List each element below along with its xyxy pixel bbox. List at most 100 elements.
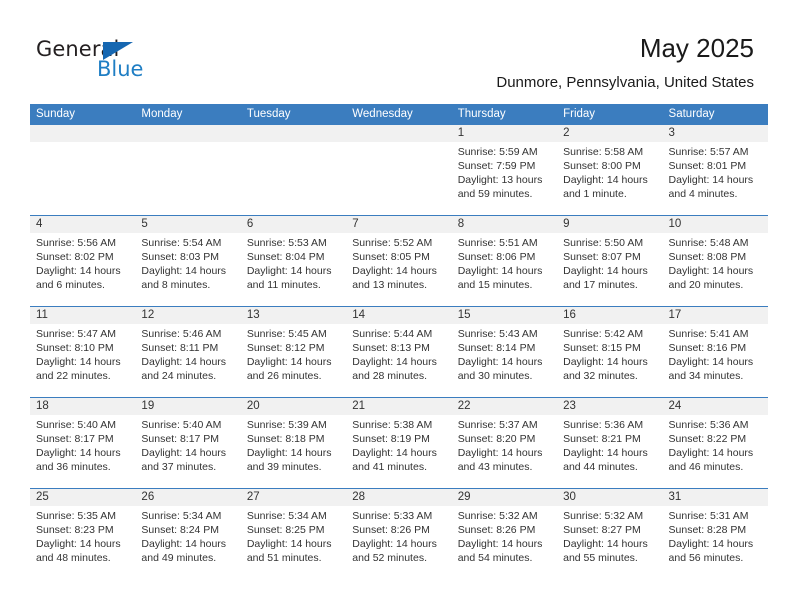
sunrise-text: Sunrise: 5:36 AM (563, 419, 644, 431)
day-cell[interactable]: 12 Sunrise: 5:46 AM Sunset: 8:11 PM Dayligh… (135, 307, 241, 397)
sunset-text: Sunset: 8:21 PM (563, 433, 641, 445)
daylight-text: Daylight: 14 hours and 26 minutes. (246, 356, 332, 382)
day-cell[interactable]: 23 Sunrise: 5:36 AM Sunset: 8:21 PM Dayligh… (557, 398, 663, 488)
day-details: Sunrise: 5:35 AM Sunset: 8:23 PM Daylight:… (30, 506, 135, 565)
sunset-text: Sunset: 8:15 PM (563, 342, 641, 354)
sunset-text: Sunset: 8:18 PM (246, 433, 325, 445)
day-details: Sunrise: 5:58 AM Sunset: 8:00 PM Daylight:… (557, 142, 662, 201)
day-number: 31 (662, 489, 768, 506)
sunrise-text: Sunrise: 5:31 AM (668, 510, 749, 522)
daylight-text: Daylight: 14 hours and 41 minutes. (352, 447, 437, 473)
day-number: 29 (451, 489, 558, 506)
day-cell[interactable]: 9 Sunrise: 5:50 AM Sunset: 8:07 PM Daylight… (557, 216, 663, 306)
logo-text-blue: Blue (97, 57, 144, 81)
day-details: Sunrise: 5:38 AM Sunset: 8:19 PM Daylight:… (346, 415, 451, 474)
sunrise-text: Sunrise: 5:57 AM (668, 146, 749, 158)
sunset-text: Sunset: 8:06 PM (457, 251, 536, 263)
daylight-text: Daylight: 14 hours and 20 minutes. (668, 265, 754, 291)
daylight-text: Daylight: 14 hours and 6 minutes. (36, 265, 121, 291)
sunset-text: Sunset: 8:14 PM (457, 342, 536, 354)
day-cell[interactable]: 30 Sunrise: 5:32 AM Sunset: 8:27 PM Dayligh… (557, 489, 663, 579)
day-cell[interactable]: 1 Sunrise: 5:59 AM Sunset: 7:59 PM Daylight… (451, 125, 558, 215)
weekday-header-row: Sunday Monday Tuesday Wednesday Thursday Frid… (30, 104, 768, 125)
sunset-text: Sunset: 8:24 PM (141, 524, 220, 536)
sunrise-text: Sunrise: 5:45 AM (246, 328, 327, 340)
sunrise-text: Sunrise: 5:32 AM (457, 510, 538, 522)
day-number: 1 (451, 125, 558, 142)
sunset-text: Sunset: 8:05 PM (352, 251, 430, 263)
day-number: 8 (451, 216, 558, 233)
day-details: Sunrise: 5:40 AM Sunset: 8:17 PM Daylight:… (135, 415, 240, 474)
day-cell[interactable]: 25 Sunrise: 5:35 AM Sunset: 8:23 PM Dayligh… (30, 489, 136, 579)
day-number (346, 125, 452, 142)
day-cell-empty (30, 125, 136, 215)
day-details: Sunrise: 5:40 AM Sunset: 8:17 PM Daylight:… (30, 415, 135, 474)
page-title: May 2025 (639, 33, 754, 63)
day-number: 30 (557, 489, 663, 506)
day-details: Sunrise: 5:45 AM Sunset: 8:12 PM Daylight:… (241, 324, 346, 383)
daylight-text: Daylight: 14 hours and 52 minutes. (352, 538, 437, 564)
day-number: 10 (662, 216, 768, 233)
calendar-grid: Sunday Monday Tuesday Wednesday Thursday Frid… (30, 104, 768, 579)
day-number: 20 (240, 398, 347, 415)
day-cell[interactable]: 7 Sunrise: 5:52 AM Sunset: 8:05 PM Daylight… (346, 216, 452, 306)
day-cell[interactable]: 28 Sunrise: 5:33 AM Sunset: 8:26 PM Dayligh… (346, 489, 452, 579)
day-details: Sunrise: 5:50 AM Sunset: 8:07 PM Daylight:… (557, 233, 662, 292)
sunset-text: Sunset: 8:26 PM (352, 524, 430, 536)
day-cell[interactable]: 17 Sunrise: 5:41 AM Sunset: 8:16 PM Dayligh… (662, 307, 768, 397)
day-cell[interactable]: 24 Sunrise: 5:36 AM Sunset: 8:22 PM Dayligh… (662, 398, 768, 488)
day-cell[interactable]: 20 Sunrise: 5:39 AM Sunset: 8:18 PM Dayligh… (240, 398, 347, 488)
day-cell[interactable]: 27 Sunrise: 5:34 AM Sunset: 8:25 PM Dayligh… (240, 489, 347, 579)
day-cell[interactable]: 31 Sunrise: 5:31 AM Sunset: 8:28 PM Dayligh… (662, 489, 768, 579)
day-number: 11 (30, 307, 136, 324)
day-cell[interactable]: 2 Sunrise: 5:58 AM Sunset: 8:00 PM Daylight… (557, 125, 663, 215)
day-details: Sunrise: 5:57 AM Sunset: 8:01 PM Daylight:… (663, 142, 768, 201)
day-cell[interactable]: 18 Sunrise: 5:40 AM Sunset: 8:17 PM Dayligh… (30, 398, 136, 488)
day-number: 17 (662, 307, 768, 324)
sunrise-text: Sunrise: 5:37 AM (457, 419, 538, 431)
day-cell[interactable]: 5 Sunrise: 5:54 AM Sunset: 8:03 PM Daylight… (135, 216, 241, 306)
daylight-text: Daylight: 14 hours and 4 minutes. (668, 174, 754, 200)
sunset-text: Sunset: 7:59 PM (457, 160, 536, 172)
sunrise-text: Sunrise: 5:33 AM (352, 510, 433, 522)
day-cell[interactable]: 29 Sunrise: 5:32 AM Sunset: 8:26 PM Dayligh… (451, 489, 558, 579)
day-cell[interactable]: 8 Sunrise: 5:51 AM Sunset: 8:06 PM Daylight… (451, 216, 558, 306)
day-details: Sunrise: 5:36 AM Sunset: 8:22 PM Daylight:… (663, 415, 768, 474)
day-cell[interactable]: 22 Sunrise: 5:37 AM Sunset: 8:20 PM Dayligh… (451, 398, 558, 488)
day-details: Sunrise: 5:48 AM Sunset: 8:08 PM Daylight:… (663, 233, 768, 292)
sunset-text: Sunset: 8:22 PM (668, 433, 747, 445)
daylight-text: Daylight: 14 hours and 55 minutes. (563, 538, 648, 564)
day-cell[interactable]: 14 Sunrise: 5:44 AM Sunset: 8:13 PM Dayligh… (346, 307, 452, 397)
weekday-header-saturday: Saturday (668, 108, 715, 120)
day-details: Sunrise: 5:37 AM Sunset: 8:20 PM Daylight:… (452, 415, 557, 474)
day-cell[interactable]: 10 Sunrise: 5:48 AM Sunset: 8:08 PM Dayligh… (662, 216, 768, 306)
day-cell[interactable]: 3 Sunrise: 5:57 AM Sunset: 8:01 PM Daylight… (662, 125, 768, 215)
sunset-text: Sunset: 8:07 PM (563, 251, 641, 263)
day-cell[interactable]: 16 Sunrise: 5:42 AM Sunset: 8:15 PM Dayligh… (557, 307, 663, 397)
title-block: May 2025 Dunmore, Pennsylvania, United S… (496, 32, 754, 92)
sunrise-text: Sunrise: 5:41 AM (668, 328, 749, 340)
day-cell[interactable]: 15 Sunrise: 5:43 AM Sunset: 8:14 PM Dayligh… (451, 307, 558, 397)
day-cell[interactable]: 4 Sunrise: 5:56 AM Sunset: 8:02 PM Daylight… (30, 216, 136, 306)
sunset-text: Sunset: 8:17 PM (36, 433, 114, 445)
weekday-header-monday: Monday (141, 108, 183, 120)
sunrise-text: Sunrise: 5:50 AM (563, 237, 644, 249)
day-cell[interactable]: 26 Sunrise: 5:34 AM Sunset: 8:24 PM Dayligh… (135, 489, 241, 579)
sunrise-text: Sunrise: 5:46 AM (141, 328, 222, 340)
daylight-text: Daylight: 14 hours and 34 minutes. (668, 356, 754, 382)
sunset-text: Sunset: 8:10 PM (36, 342, 114, 354)
sunrise-text: Sunrise: 5:48 AM (668, 237, 749, 249)
daylight-text: Daylight: 14 hours and 28 minutes. (352, 356, 437, 382)
sunset-text: Sunset: 8:27 PM (563, 524, 641, 536)
day-number: 21 (346, 398, 452, 415)
day-cell[interactable]: 13 Sunrise: 5:45 AM Sunset: 8:12 PM Dayligh… (240, 307, 347, 397)
day-cell[interactable]: 19 Sunrise: 5:40 AM Sunset: 8:17 PM Dayligh… (135, 398, 241, 488)
day-cell[interactable]: 6 Sunrise: 5:53 AM Sunset: 8:04 PM Daylight… (240, 216, 347, 306)
day-cell[interactable]: 21 Sunrise: 5:38 AM Sunset: 8:19 PM Dayligh… (346, 398, 452, 488)
day-details: Sunrise: 5:36 AM Sunset: 8:21 PM Daylight:… (557, 415, 662, 474)
day-cell[interactable]: 11 Sunrise: 5:47 AM Sunset: 8:10 PM Dayligh… (30, 307, 136, 397)
day-details: Sunrise: 5:52 AM Sunset: 8:05 PM Daylight:… (346, 233, 451, 292)
daylight-text: Daylight: 14 hours and 13 minutes. (352, 265, 437, 291)
sunset-text: Sunset: 8:12 PM (246, 342, 325, 354)
day-details: Sunrise: 5:34 AM Sunset: 8:24 PM Daylight:… (135, 506, 240, 565)
